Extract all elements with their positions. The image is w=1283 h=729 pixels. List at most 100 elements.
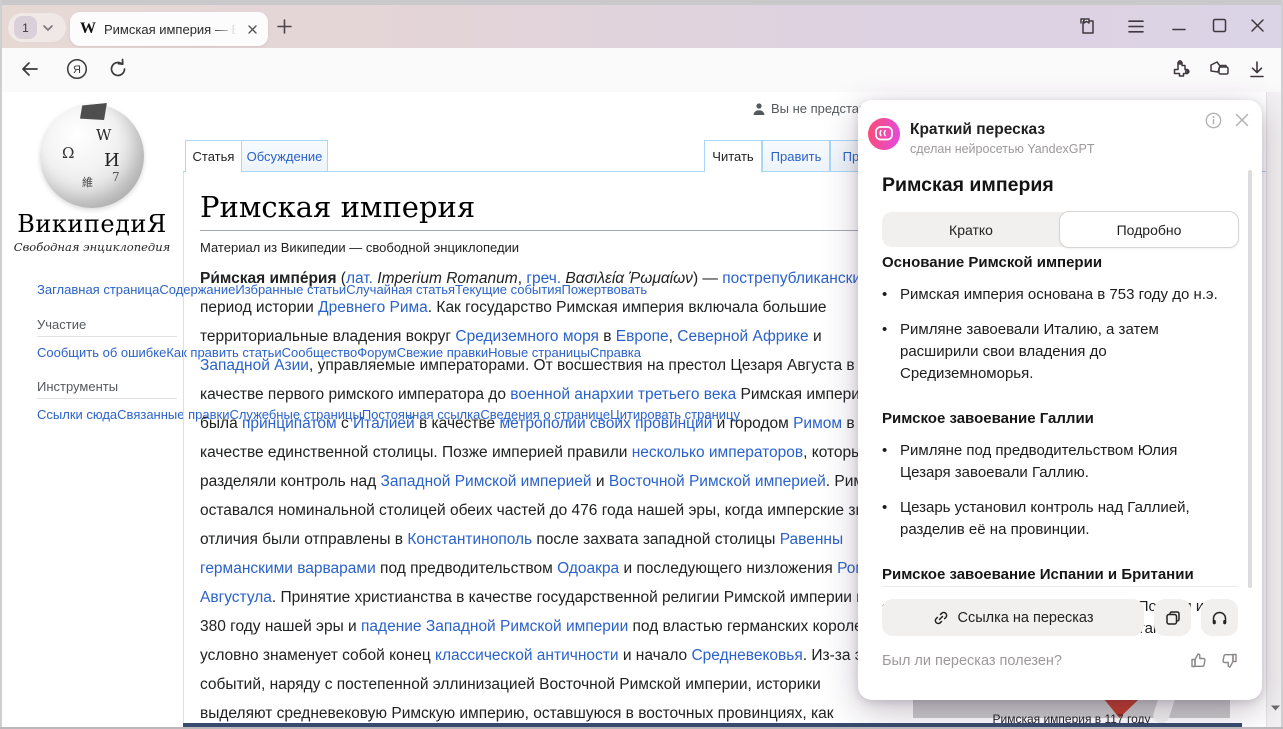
sidebar-link[interactable]: Ссылки сюда xyxy=(37,407,117,422)
article-text: и начало xyxy=(619,647,692,664)
menu-icon[interactable] xyxy=(1127,19,1145,34)
wiki-link[interactable]: Восточной Римской империей xyxy=(609,473,826,490)
chevron-down-icon[interactable] xyxy=(42,24,54,32)
side-panel-bookmarks-icon[interactable] xyxy=(1078,17,1097,36)
sidebar-section-title: Инструменты xyxy=(37,379,177,399)
wiki-link[interactable]: метрополии своих провинций xyxy=(499,415,712,432)
article-body: Ри́мская импе́рия (лат. Imperium Romanum… xyxy=(200,264,894,729)
tab-bar: 1 W Римская империя — В xyxy=(0,5,1283,48)
download-icon[interactable] xyxy=(1248,60,1266,79)
wiki-link[interactable]: Равенны xyxy=(780,531,843,548)
listen-headphones-button[interactable] xyxy=(1201,599,1238,636)
svg-text:Я: Я xyxy=(73,64,81,76)
summary-bullet-text: Римская империя основана в 753 году до н… xyxy=(900,284,1218,306)
wiki-link[interactable]: Западной Римской империей xyxy=(381,473,592,490)
summary-bullet: •Цезарь установил контроль над Галлией, … xyxy=(882,497,1230,541)
article-text: , xyxy=(669,328,678,345)
summary-section-heading: Основание Римской империи xyxy=(882,254,1230,271)
wiki-link[interactable]: Константинополь xyxy=(407,531,532,548)
wiki-link[interactable]: классической античности xyxy=(435,647,618,664)
wiki-link[interactable]: Одоакра xyxy=(557,560,619,577)
content-divider xyxy=(183,172,184,723)
tab-close-icon[interactable] xyxy=(247,24,258,35)
tab-count-badge: 1 xyxy=(14,16,37,39)
person-icon xyxy=(752,102,766,116)
summary-link-button[interactable]: Ссылка на пересказ xyxy=(882,599,1144,636)
panel-close-icon[interactable] xyxy=(1234,112,1250,128)
tab-brief[interactable]: Кратко xyxy=(882,212,1060,247)
article-subtitle: Материал из Википедии — свободной энцикл… xyxy=(200,240,519,255)
sidebar-link[interactable]: Заглавная страница xyxy=(37,282,159,297)
article-text: Βασιλεία Ῥωμαίων xyxy=(565,270,693,287)
yandex-icon[interactable]: Я xyxy=(66,58,88,80)
tab-detailed[interactable]: Подробно xyxy=(1059,211,1239,248)
panel-divider xyxy=(882,586,1238,587)
wiki-link[interactable]: Средиземного моря xyxy=(455,328,599,345)
bullet-dot-icon: • xyxy=(882,440,900,484)
tab-article[interactable]: Статья xyxy=(185,140,242,172)
summary-bullet: •Римляне под предводительством Юлия Цеза… xyxy=(882,440,1230,484)
tab-counter[interactable]: 1 xyxy=(8,13,66,42)
bullet-dot-icon: • xyxy=(882,319,900,385)
wiki-link[interactable]: Северной Африке xyxy=(677,328,808,345)
sidebar-link[interactable]: Сообщить об ошибке xyxy=(37,345,166,360)
scrollbar-down-arrow-icon[interactable] xyxy=(1270,704,1281,712)
wiki-link[interactable]: Средневековья xyxy=(691,647,802,664)
browser-tab[interactable]: W Римская империя — В xyxy=(70,12,268,46)
yandexgpt-quote-icon xyxy=(868,118,900,150)
wiki-link[interactable]: Италией xyxy=(353,415,415,432)
wiki-link[interactable]: германскими варварами xyxy=(200,560,376,577)
bullet-dot-icon: • xyxy=(882,497,900,541)
wiki-link[interactable]: падение Западной Римской империи xyxy=(361,618,628,635)
article-paragraph: Ри́мская импе́рия (лат. Imperium Romanum… xyxy=(200,264,894,729)
window-close-icon[interactable] xyxy=(1250,18,1265,33)
article-text: и xyxy=(592,473,609,490)
article-text: с xyxy=(337,415,353,432)
panel-scrollbar[interactable] xyxy=(1248,170,1252,588)
maximize-icon[interactable] xyxy=(1212,18,1227,33)
panel-subtitle: сделан нейросетью YandexGPT xyxy=(910,142,1094,156)
bullet-dot-icon: • xyxy=(882,284,900,306)
tab-discussion[interactable]: Обсуждение xyxy=(241,140,328,171)
wikipedia-tagline: Свободная энциклопедия xyxy=(2,240,182,254)
tab-edit[interactable]: Править xyxy=(762,140,830,171)
back-icon[interactable] xyxy=(20,60,40,78)
thumb-down-icon[interactable] xyxy=(1221,652,1238,669)
summary-bullet-text: Римляне под предводительством Юлия Цезар… xyxy=(900,440,1230,484)
article-text: в качестве xyxy=(415,415,500,432)
panel-actions: Ссылка на пересказ xyxy=(882,599,1238,636)
summary-bullet-text: Цезарь установил контроль над Галлией, р… xyxy=(900,497,1230,541)
wiki-link[interactable]: лат. xyxy=(346,270,373,287)
article-text: и последующего низложения xyxy=(619,560,837,577)
tab-read[interactable]: Читать xyxy=(704,140,762,172)
thumb-up-icon[interactable] xyxy=(1190,652,1207,669)
new-tab-button[interactable] xyxy=(276,18,293,35)
minimize-icon[interactable] xyxy=(1172,28,1186,31)
summary-bullet: •Римская империя основана в 753 году до … xyxy=(882,284,1230,306)
sidebar-section-title: Участие xyxy=(37,317,177,337)
browser-window: 1 W Римская империя — В xyxy=(0,0,1283,729)
wiki-link[interactable]: несколько императоров xyxy=(632,444,803,461)
wikipedia-globe-icon[interactable]: W И Ω 維 7 xyxy=(40,104,144,208)
info-icon[interactable] xyxy=(1205,112,1222,129)
wiki-link[interactable]: военной анархии третьего века xyxy=(510,386,736,403)
copy-button[interactable] xyxy=(1154,599,1191,636)
summary-mode-switch: Кратко Подробно xyxy=(882,212,1238,247)
wiki-link[interactable]: Западной Азии xyxy=(200,357,309,374)
summary-bullet-text: Римляне завоевали Италию, а затем расшир… xyxy=(900,319,1230,385)
wiki-link[interactable]: Древнего Рима xyxy=(318,299,428,316)
wiki-link[interactable]: греч. xyxy=(526,270,561,287)
wiki-link[interactable]: принципатом xyxy=(242,415,337,432)
wiki-link[interactable]: Европе xyxy=(616,328,669,345)
wiki-link[interactable]: Римом xyxy=(793,415,842,432)
wiki-link[interactable]: пострепубликанский xyxy=(722,270,869,287)
collections-icon[interactable] xyxy=(1208,59,1231,80)
summary-bullet: •Римляне завоевали Италию, а затем расши… xyxy=(882,319,1230,385)
wikipedia-wordmark[interactable]: ВикипедиЯ xyxy=(2,210,182,238)
reload-icon[interactable] xyxy=(108,58,128,79)
extensions-puzzle-icon[interactable] xyxy=(1170,59,1191,80)
article-text: Ри́мская импе́рия xyxy=(200,270,337,287)
article-text: под предводительством xyxy=(376,560,557,577)
summary-panel: Краткий пересказ сделан нейросетью Yande… xyxy=(858,100,1262,700)
summary-section-heading: Римское завоевание Испании и Британии xyxy=(882,566,1230,583)
